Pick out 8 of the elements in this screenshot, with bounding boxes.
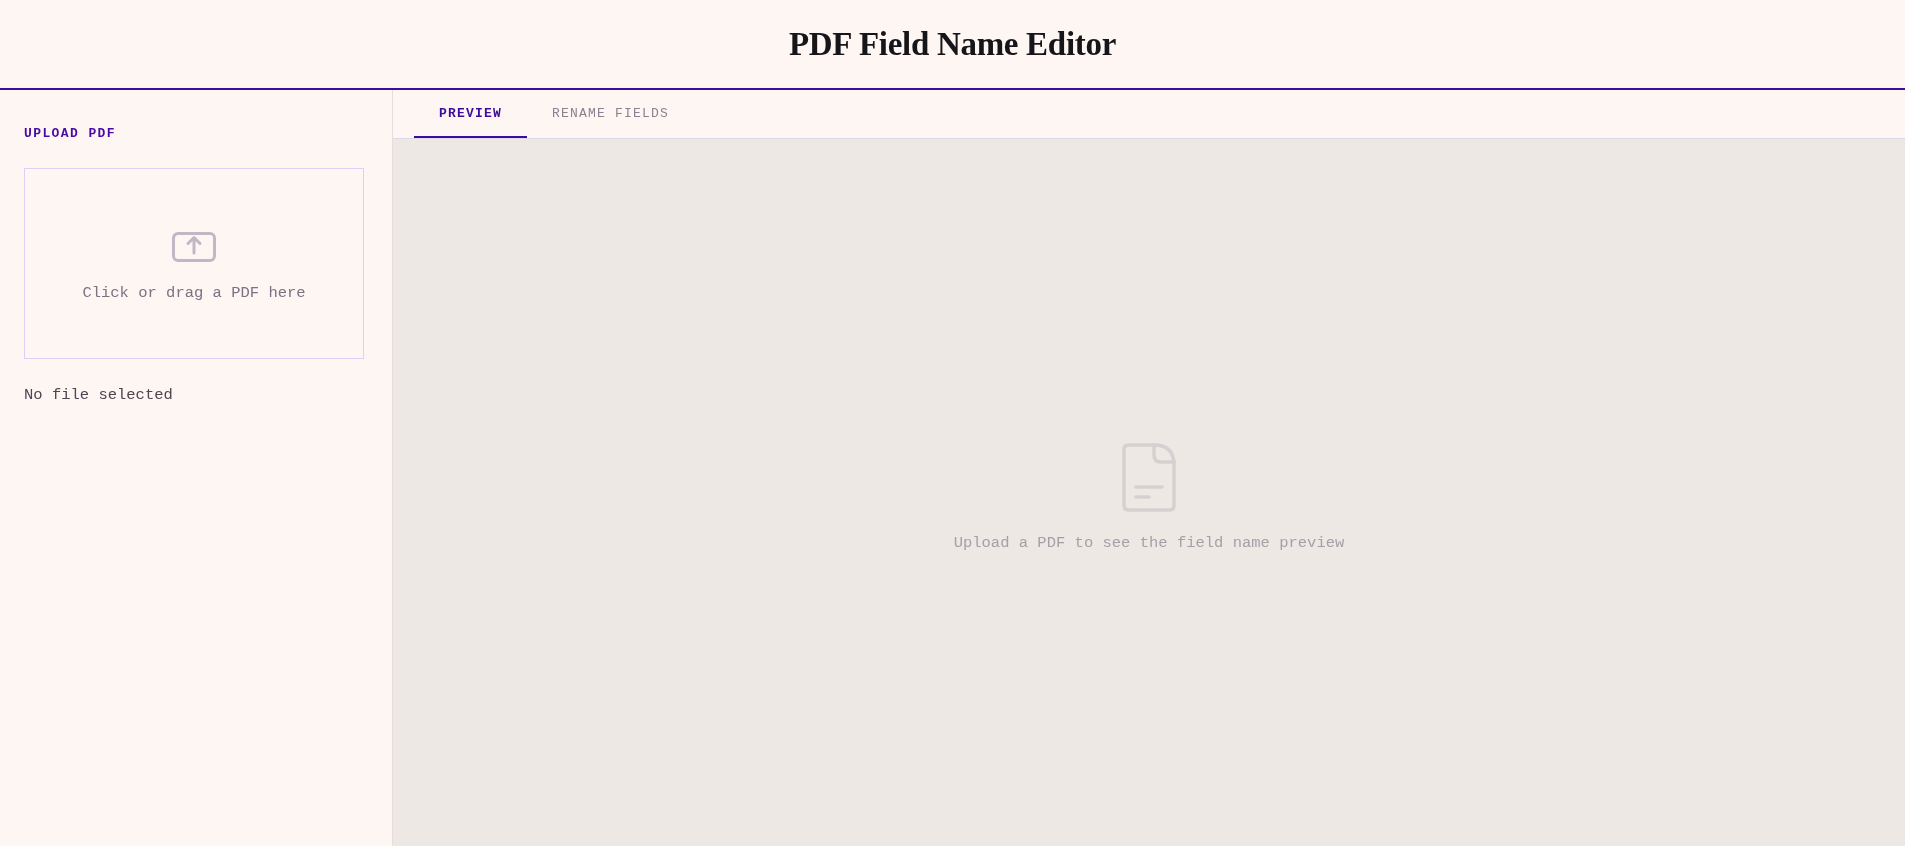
upload-icon: [172, 231, 216, 262]
file-status-text: No file selected: [24, 386, 174, 404]
tab[interactable]: RENAME FIELDS: [527, 90, 695, 138]
app-title: PDF Field Name Editor: [789, 25, 1116, 63]
upload-dropzone[interactable]: Click or drag a PDF here: [24, 168, 364, 359]
empty-preview-message: Upload a PDF to see the field name preview: [953, 534, 1345, 552]
section-heading: UPLOAD PDF: [24, 126, 117, 142]
document-icon: [1122, 443, 1176, 512]
